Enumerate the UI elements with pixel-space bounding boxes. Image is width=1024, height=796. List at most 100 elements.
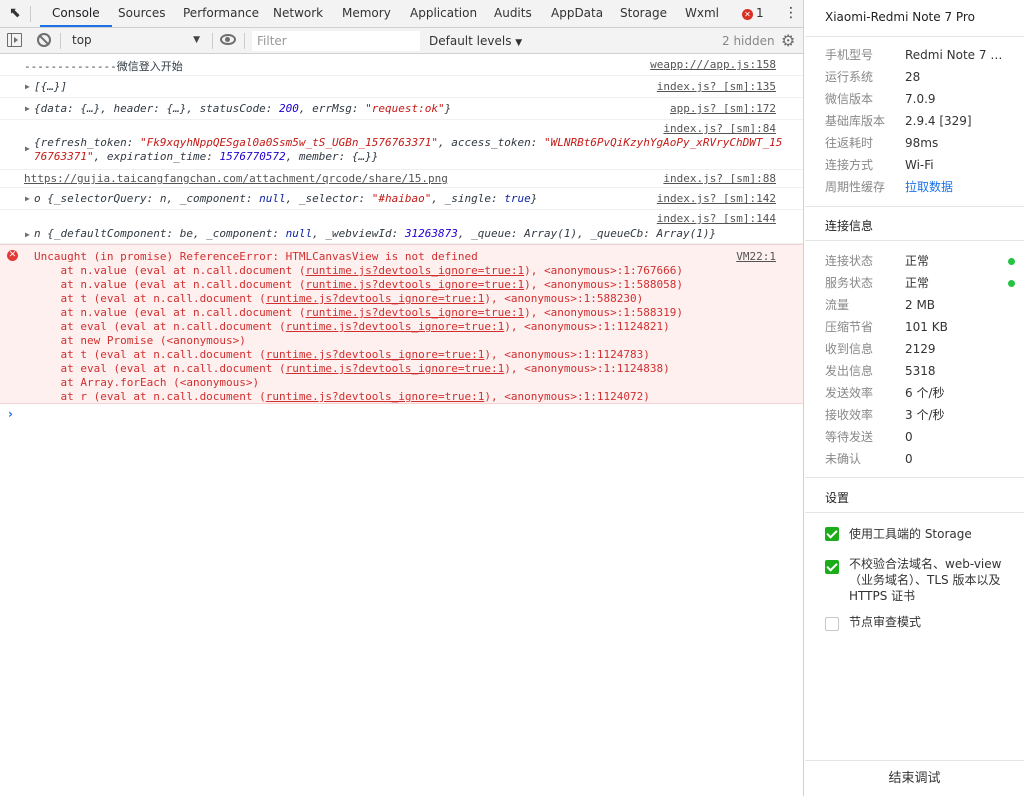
source-link[interactable]: index.js? [sm]:84 (663, 122, 776, 135)
setting-node-inspect-mode[interactable]: 节点审查模式 (825, 614, 1015, 631)
context-value: top (72, 33, 92, 47)
tab-network[interactable]: Network (273, 0, 323, 27)
info-key: 往返耗时 (825, 136, 874, 150)
stack-frame-link[interactable]: runtime.js?devtools_ignore=true:1 (266, 390, 485, 403)
stack-frame-link[interactable]: runtime.js?devtools_ignore=true:1 (306, 278, 525, 291)
info-row: 服务状态 正常 (825, 272, 1015, 294)
info-value: 3 个/秒 (905, 408, 945, 422)
hidden-count: 2 hidden (722, 34, 775, 48)
checkbox-checked[interactable] (825, 527, 839, 541)
tab-console[interactable]: Console (40, 0, 112, 27)
message-text: --------------微信登入开始 (24, 60, 183, 73)
info-row: 发送效率 6 个/秒 (825, 382, 1015, 404)
source-link[interactable]: index.js? [sm]:88 (663, 172, 776, 185)
stack-frame: at t (eval at n.call.document (runtime.j… (34, 292, 644, 305)
source-link[interactable]: VM22:1 (736, 250, 776, 263)
console-prompt-icon[interactable]: › (8, 407, 13, 421)
info-row: 运行系统 28 (825, 66, 1015, 88)
source-link[interactable]: weapp:///app.js:158 (650, 58, 776, 71)
dropdown-arrow-icon: ▼ (193, 35, 200, 45)
inspect-icon[interactable]: ⬉ (9, 0, 21, 27)
fetch-data-link[interactable]: 拉取数据 (905, 176, 1005, 198)
info-value: 正常 (905, 254, 930, 268)
console-message[interactable]: index.js? [sm]:84 ▶ {refresh_token: "Fk9… (0, 120, 803, 170)
sidebar-toggle-icon[interactable] (7, 33, 22, 47)
stack-frame-link[interactable]: runtime.js?devtools_ignore=true:1 (266, 348, 485, 361)
tab-memory[interactable]: Memory (342, 0, 391, 27)
stack-frame: at n.value (eval at n.call.document (run… (34, 278, 684, 291)
info-value: 7.0.9 (905, 92, 936, 106)
tab-application[interactable]: Application (410, 0, 477, 27)
source-link[interactable]: app.js? [sm]:172 (670, 102, 776, 115)
message-text: {refresh_token: "Fk9xqyhNppQESgal0a0Ssm5… (34, 136, 783, 149)
source-link[interactable]: index.js? [sm]:144 (657, 212, 776, 225)
tab-storage[interactable]: Storage (620, 0, 667, 27)
info-key: 未确认 (825, 452, 862, 466)
tab-performance[interactable]: Performance (183, 0, 259, 27)
info-key: 服务状态 (825, 276, 874, 290)
clear-console-icon[interactable] (37, 33, 51, 47)
stack-frame-link[interactable]: runtime.js?devtools_ignore=true:1 (306, 264, 525, 277)
info-key: 手机型号 (825, 48, 874, 62)
tab-appdata[interactable]: AppData (551, 0, 603, 27)
info-row: 压缩节省 101 KB (825, 316, 1015, 338)
expand-arrow-icon[interactable]: ▶ (25, 82, 30, 91)
end-debug-button[interactable]: 结束调试 (805, 760, 1024, 796)
setting-use-tool-storage[interactable]: 使用工具端的 Storage (825, 526, 1015, 542)
console-message[interactable]: ▶ [{…}] index.js? [sm]:135 (0, 76, 803, 98)
tab-wxml[interactable]: Wxml (685, 0, 719, 27)
settings-title: 设置 (825, 491, 850, 505)
remote-debug-panel: Xiaomi-Redmi Note 7 Pro 手机型号 Redmi Note 7… (805, 0, 1024, 796)
setting-label: 使用工具端的 Storage (849, 527, 972, 541)
url-link[interactable]: https://gujia.taicangfangchan.com/attach… (24, 172, 448, 185)
stack-frame: at eval (eval at n.call.document (runtim… (34, 320, 670, 333)
context-select[interactable]: top ▼ (66, 30, 206, 51)
setting-label: 节点审查模式 (849, 615, 922, 629)
error-message: ✕ Uncaught (in promise) ReferenceError: … (0, 244, 803, 404)
status-ok-icon (1008, 280, 1015, 287)
console-output: --------------微信登入开始 weapp:///app.js:158… (0, 54, 803, 796)
info-row: 接收效率 3 个/秒 (825, 404, 1015, 426)
checkbox-unchecked[interactable] (825, 617, 839, 631)
expand-arrow-icon[interactable]: ▶ (25, 230, 30, 239)
source-link[interactable]: index.js? [sm]:142 (657, 192, 776, 205)
console-message: https://gujia.taicangfangchan.com/attach… (0, 170, 803, 188)
console-message[interactable]: ▶ o {_selectorQuery: n, _component: null… (0, 188, 803, 210)
divider (244, 33, 245, 49)
checkbox-checked[interactable] (825, 560, 839, 574)
tab-sources[interactable]: Sources (118, 0, 165, 27)
message-text: o {_selectorQuery: n, _component: null, … (34, 192, 538, 205)
console-message: --------------微信登入开始 weapp:///app.js:158 (0, 54, 803, 76)
filter-input[interactable] (252, 31, 420, 51)
stack-frame-link[interactable]: runtime.js?devtools_ignore=true:1 (286, 362, 505, 375)
error-count: 1 (756, 6, 764, 20)
divider (805, 512, 1024, 513)
more-vert-icon[interactable]: ⋮ (784, 0, 798, 27)
tab-audits[interactable]: Audits (494, 0, 532, 27)
info-row: 收到信息 2129 (825, 338, 1015, 360)
divider (805, 206, 1024, 207)
info-row: 微信版本 7.0.9 (825, 88, 1015, 110)
console-message[interactable]: index.js? [sm]:144 ▶ n {_defaultComponen… (0, 210, 803, 244)
info-key: 连接方式 (825, 158, 874, 172)
expand-arrow-icon[interactable]: ▶ (25, 194, 30, 203)
expand-arrow-icon[interactable]: ▶ (25, 144, 30, 153)
gear-icon[interactable]: ⚙ (781, 31, 795, 50)
error-counter[interactable]: ✕ 1 (742, 0, 764, 27)
stack-frame-link[interactable]: runtime.js?devtools_ignore=true:1 (286, 320, 505, 333)
source-link[interactable]: index.js? [sm]:135 (657, 80, 776, 93)
log-levels-select[interactable]: Default levels ▼ (429, 28, 522, 54)
setting-skip-domain-check[interactable]: 不校验合法域名、web-view（业务域名）、TLS 版本以及 HTTPS 证书 (825, 556, 1015, 604)
expand-arrow-icon[interactable]: ▶ (25, 104, 30, 113)
stack-frame: at n.value (eval at n.call.document (run… (34, 264, 684, 277)
eye-icon[interactable] (220, 34, 236, 45)
message-text: {data: {…}, header: {…}, statusCode: 200… (34, 102, 452, 115)
info-row: 发出信息 5318 (825, 360, 1015, 382)
stack-frame-link[interactable]: runtime.js?devtools_ignore=true:1 (306, 306, 525, 319)
console-message[interactable]: ▶ {data: {…}, header: {…}, statusCode: 2… (0, 98, 803, 120)
message-text: [{…}] (34, 80, 68, 93)
error-icon: ✕ (742, 9, 753, 20)
stack-frame-link[interactable]: runtime.js?devtools_ignore=true:1 (266, 292, 485, 305)
info-key: 周期性缓存 (825, 180, 886, 194)
info-value: 98ms (905, 136, 939, 150)
